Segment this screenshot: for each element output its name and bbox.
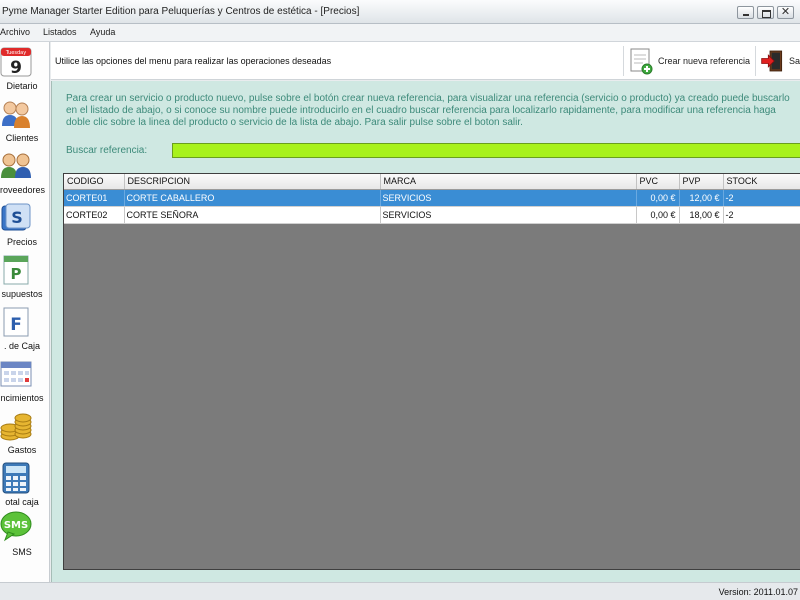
new-document-icon [630, 48, 653, 75]
instructions-text: Para crear un servicio o producto nuevo,… [66, 93, 790, 128]
sidebar-item-total-caja[interactable]: otal caja [0, 462, 50, 512]
references-table: CODIGO DESCRIPCION MARCA PVC PVP STOCK C… [63, 173, 800, 570]
sidebar-label: SMS [12, 547, 32, 557]
prices-icon: S [1, 203, 31, 231]
sidebar-label: roveedores [0, 185, 46, 195]
suppliers-icon [1, 153, 31, 178]
cell-pvp: 12,00 € [679, 189, 724, 207]
exit-door-icon [761, 50, 783, 72]
sidebar-item-clientes[interactable]: Clientes [0, 98, 50, 148]
search-label: Buscar referencia: [66, 145, 148, 156]
cell-pvp: 18,00 € [679, 206, 724, 224]
calendar-icon: Tuesday 9 [0, 47, 32, 78]
prices-panel: Para crear un servicio o producto nuevo,… [51, 81, 800, 582]
search-reference-input[interactable] [172, 143, 800, 158]
cell-marca: SERVICIOS [380, 206, 637, 224]
due-dates-icon [0, 361, 32, 387]
cell-pvc: 0,00 € [636, 189, 680, 207]
menu-bar: Archivo Listados Ayuda [0, 24, 800, 42]
content-area: Utilice las opciones del menu para reali… [51, 42, 800, 582]
table-row[interactable]: CORTE02 CORTE SEÑORA SERVICIOS 0,00 € 18… [64, 206, 800, 224]
title-bar: Pyme Manager Starter Edition para Peluqu… [0, 0, 800, 24]
sidebar-label: otal caja [5, 497, 39, 507]
coins-icon [0, 413, 32, 441]
sms-icon: SMS [0, 511, 32, 542]
menu-ayuda[interactable]: Ayuda [90, 27, 115, 37]
menu-archivo[interactable]: Archivo [0, 27, 30, 37]
column-header-marca[interactable]: MARCA [380, 174, 637, 190]
column-header-pvc[interactable]: PVC [636, 174, 680, 190]
column-header-pvp[interactable]: PVP [679, 174, 724, 190]
close-icon: ✕ [780, 6, 791, 18]
close-button[interactable]: ✕ [777, 6, 794, 19]
sidebar-item-caja[interactable]: F . de Caja [0, 306, 50, 356]
sidebar-label: ncimientos [0, 393, 44, 403]
column-header-codigo[interactable]: CODIGO [64, 174, 125, 190]
svg-text:S: S [11, 208, 23, 227]
budgets-icon: P [3, 255, 29, 285]
minimize-button[interactable] [737, 6, 754, 19]
status-bar: Version: 2011.01.07 [0, 582, 800, 600]
column-header-stock[interactable]: STOCK [723, 174, 800, 190]
sidebar-item-precios[interactable]: S Precios [0, 202, 50, 252]
sidebar-label: Gastos [7, 445, 37, 455]
sidebar-item-vencimientos[interactable]: ncimientos [0, 358, 50, 408]
sidebar-label: Clientes [5, 133, 39, 143]
cell-marca: SERVICIOS [380, 189, 637, 207]
cell-codigo: CORTE01 [64, 189, 125, 207]
clients-icon [2, 101, 30, 128]
calculator-icon [2, 462, 30, 494]
window-title: Pyme Manager Starter Edition para Peluqu… [2, 6, 360, 17]
sidebar-item-proveedores[interactable]: roveedores [0, 150, 50, 200]
cell-codigo: CORTE02 [64, 206, 125, 224]
sidebar-item-dietario[interactable]: Tuesday 9 Dietario [0, 46, 50, 96]
toolbar-hint: Utilice las opciones del menu para reali… [55, 56, 332, 66]
window-controls: ✕ [737, 6, 794, 19]
sidebar-label: . de Caja [3, 341, 41, 351]
table-header-row: CODIGO DESCRIPCION MARCA PVC PVP STOCK [64, 174, 800, 190]
maximize-button[interactable] [757, 6, 774, 19]
sidebar-item-gastos[interactable]: Gastos [0, 410, 50, 460]
sidebar: Tuesday 9 Dietario Clientes roveedores S [0, 42, 50, 600]
version-label: Version: 2011.01.07 [718, 587, 798, 597]
sidebar-label: Dietario [6, 81, 38, 91]
table-row[interactable]: CORTE01 CORTE CABALLERO SERVICIOS 0,00 €… [64, 189, 800, 207]
sidebar-label: supuestos [1, 289, 43, 299]
new-reference-button[interactable]: Crear nueva referencia [623, 46, 753, 76]
sidebar-item-sms[interactable]: SMS SMS [0, 510, 50, 560]
menu-listados[interactable]: Listados [43, 27, 77, 37]
exit-button[interactable]: Sa [755, 46, 800, 76]
cell-stock: -2 [723, 189, 800, 207]
sidebar-label: Precios [6, 237, 37, 247]
cell-stock: -2 [723, 206, 800, 224]
cell-descripcion: CORTE CABALLERO [124, 189, 381, 207]
calendar-day: 9 [10, 58, 22, 78]
cell-pvc: 0,00 € [636, 206, 680, 224]
sms-icon-text: SMS [4, 520, 28, 531]
svg-text:F: F [10, 315, 22, 335]
svg-text:P: P [11, 265, 22, 283]
cash-icon: F [3, 307, 29, 337]
exit-label: Sa [788, 56, 800, 66]
toolbar: Utilice las opciones del menu para reali… [51, 42, 800, 80]
sidebar-item-presupuestos[interactable]: P supuestos [0, 254, 50, 304]
new-reference-label: Crear nueva referencia [658, 56, 751, 66]
calendar-weekday: Tuesday [5, 50, 26, 56]
column-header-descripcion[interactable]: DESCRIPCION [124, 174, 381, 190]
cell-descripcion: CORTE SEÑORA [124, 206, 381, 224]
